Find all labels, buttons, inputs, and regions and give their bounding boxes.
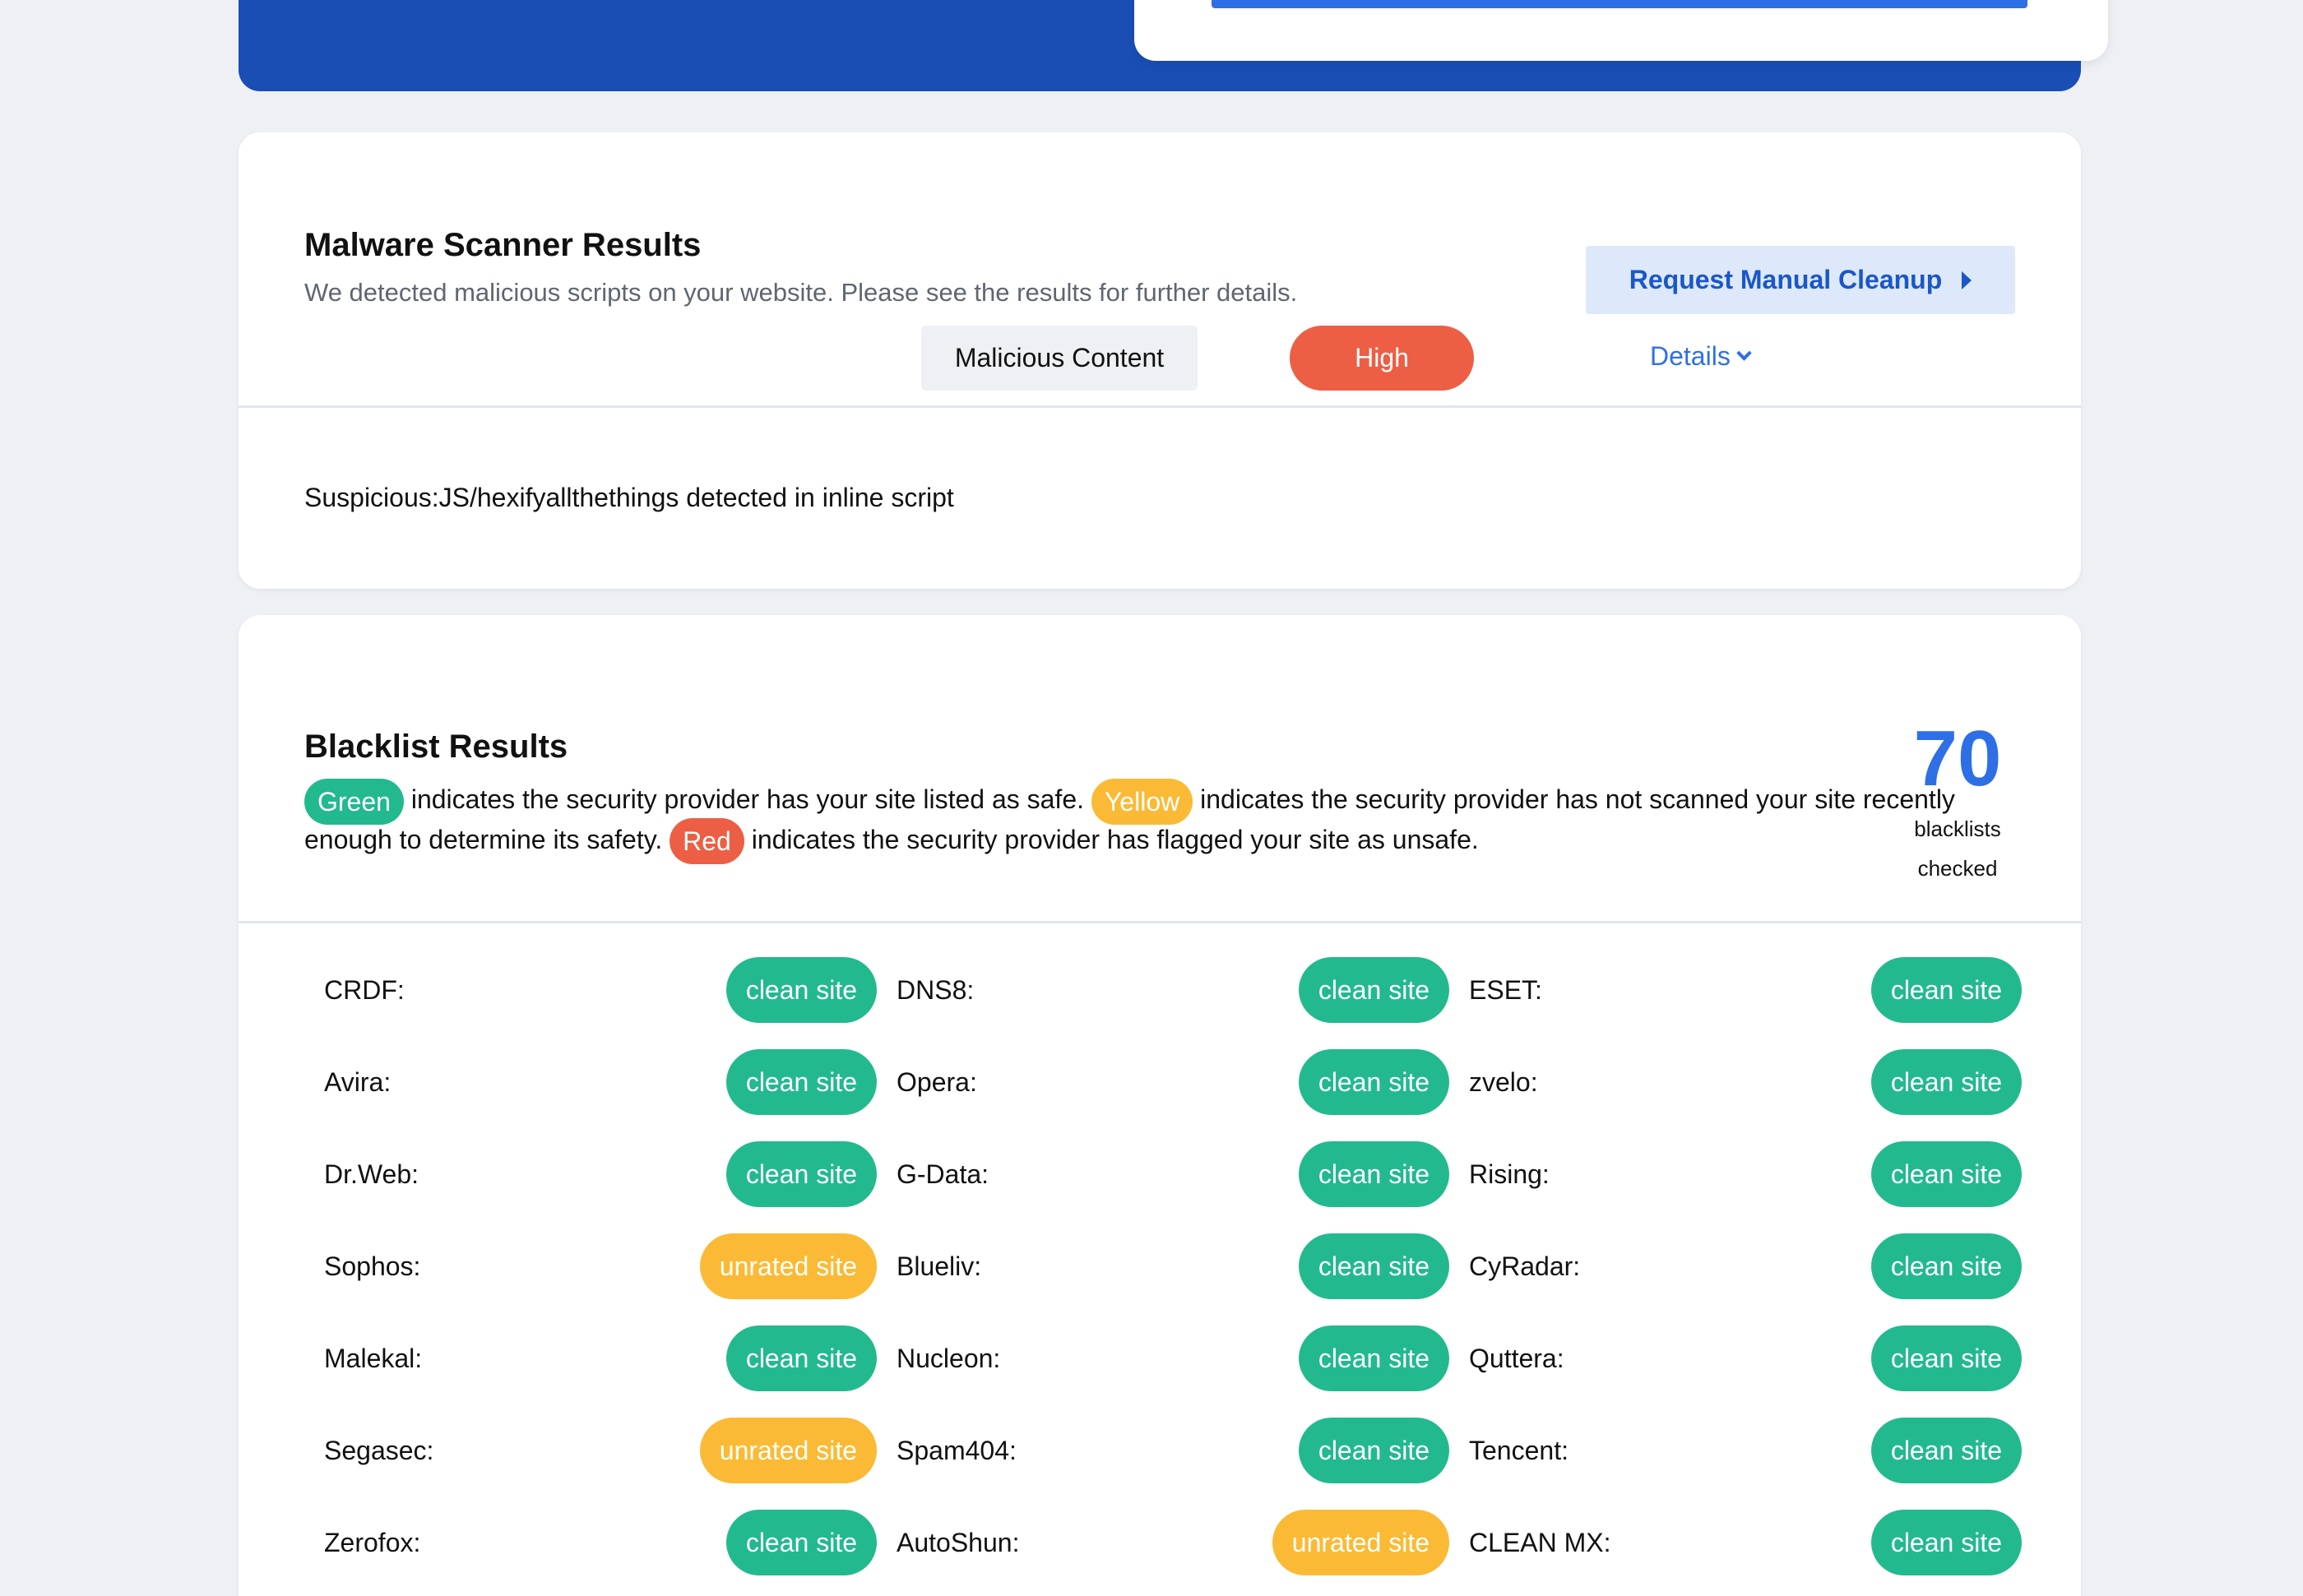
count-label-line-2: checked	[1917, 856, 1998, 881]
blacklist-status-badge: clean site	[1870, 1325, 2022, 1391]
blacklist-status-badge: unrated site	[699, 1233, 877, 1299]
blacklist-status-badge: clean site	[725, 1510, 877, 1575]
legend-green-chip: Green	[304, 778, 404, 825]
legend-red-text: indicates the security provider has flag…	[751, 824, 1479, 854]
blacklist-item: CyRadar: clean site	[1449, 1233, 2022, 1299]
request-manual-cleanup-button[interactable]: Request Manual Cleanup	[1586, 246, 2015, 314]
blacklist-provider-name: CLEAN MX:	[1469, 1528, 1611, 1557]
blacklist-provider-name: Avira:	[324, 1067, 392, 1097]
blacklist-provider-name: Segasec:	[324, 1436, 434, 1465]
blacklist-item: Dr.Web: clean site	[304, 1141, 877, 1207]
blacklist-status-badge: clean site	[1298, 1233, 1449, 1299]
blacklist-provider-name: Malekal:	[324, 1344, 423, 1373]
blacklist-item: Spam404: clean site	[877, 1418, 1449, 1483]
blacklist-status-badge: clean site	[1870, 1049, 2022, 1115]
blacklist-provider-name: G-Data:	[897, 1159, 989, 1189]
blacklist-status-badge: clean site	[1870, 957, 2022, 1023]
blacklist-item: DNS8: clean site	[877, 957, 1449, 1023]
blacklist-legend: Green indicates the security provider ha…	[304, 778, 1966, 865]
blacklist-provider-name: CRDF:	[324, 975, 405, 1005]
details-label: Details	[1650, 341, 1731, 371]
blacklist-item: CLEAN MX: clean site	[1449, 1510, 2022, 1575]
severity-badge: High	[1290, 326, 1474, 391]
blacklist-status-badge: clean site	[1870, 1141, 2022, 1207]
blacklist-results-card: Blacklist Results Green indicates the se…	[239, 615, 2081, 1596]
blacklist-provider-name: zvelo:	[1469, 1067, 1538, 1097]
malware-subtitle: We detected malicious scripts on your we…	[304, 278, 1298, 307]
scan-summary-card	[1134, 0, 2108, 61]
blacklist-item: Tencent: clean site	[1449, 1418, 2022, 1483]
blacklist-provider-name: Tencent:	[1469, 1436, 1569, 1465]
blacklist-provider-name: AutoShun:	[897, 1528, 1020, 1557]
blacklist-provider-name: Zerofox:	[324, 1528, 421, 1557]
blacklist-count: 70 blacklists checked	[1892, 714, 2023, 888]
scan-progress-bar	[1212, 0, 2027, 8]
blacklist-provider-name: Rising:	[1469, 1159, 1550, 1189]
caret-right-icon	[1962, 271, 1972, 289]
blacklist-item: Opera: clean site	[877, 1049, 1449, 1115]
blacklist-status-badge: unrated site	[1272, 1510, 1449, 1575]
blacklist-status-badge: clean site	[725, 957, 877, 1023]
blacklist-item: Nucleon: clean site	[877, 1325, 1449, 1391]
blacklist-item: ESET: clean site	[1449, 957, 2022, 1023]
blacklist-provider-name: ESET:	[1469, 975, 1542, 1005]
chevron-down-icon	[1736, 345, 1752, 361]
legend-green-text: indicates the security provider has your…	[410, 784, 1084, 814]
blacklist-item: Zerofox: clean site	[304, 1510, 877, 1575]
cleanup-button-label: Request Manual Cleanup	[1629, 265, 1943, 294]
blacklist-status-badge: unrated site	[699, 1418, 877, 1483]
blacklist-status-badge: clean site	[725, 1141, 877, 1207]
blacklist-item: CRDF: clean site	[304, 957, 877, 1023]
blacklist-item: zvelo: clean site	[1449, 1049, 2022, 1115]
blacklist-provider-name: Sophos:	[324, 1251, 421, 1281]
blacklist-provider-name: Spam404:	[897, 1436, 1017, 1465]
count-label-line-1: blacklists	[1914, 817, 2001, 841]
blacklist-provider-name: Opera:	[897, 1067, 977, 1097]
blacklist-status-badge: clean site	[1298, 1418, 1449, 1483]
blacklist-provider-name: Nucleon:	[897, 1344, 1001, 1373]
legend-red-chip: Red	[670, 818, 744, 865]
blacklist-status-badge: clean site	[725, 1325, 877, 1391]
threat-category-tag: Malicious Content	[921, 326, 1198, 391]
blacklist-provider-name: Blueliv:	[897, 1251, 982, 1281]
blacklist-count-number: 70	[1913, 715, 2002, 803]
blacklist-header: Blacklist Results Green indicates the se…	[239, 615, 2081, 923]
blacklist-status-badge: clean site	[1298, 1049, 1449, 1115]
blacklist-status-badge: clean site	[725, 1049, 877, 1115]
blacklist-provider-name: Quttera:	[1469, 1344, 1564, 1373]
blacklist-provider-name: DNS8:	[897, 975, 975, 1005]
blacklist-item: Segasec: unrated site	[304, 1418, 877, 1483]
blacklist-item: Rising: clean site	[1449, 1141, 2022, 1207]
blacklist-item: Avira: clean site	[304, 1049, 877, 1115]
blacklist-status-badge: clean site	[1298, 957, 1449, 1023]
malware-title: Malware Scanner Results	[304, 227, 702, 263]
legend-yellow-chip: Yellow	[1091, 778, 1193, 825]
details-toggle[interactable]: Details	[1650, 341, 1752, 372]
threat-row: Suspicious:JS/hexifyallthethings detecte…	[239, 409, 2081, 589]
blacklist-provider-name: CyRadar:	[1469, 1251, 1581, 1281]
blacklist-status-badge: clean site	[1870, 1233, 2022, 1299]
blacklist-title: Blacklist Results	[304, 729, 568, 765]
blacklist-status-badge: clean site	[1870, 1418, 2022, 1483]
blacklist-item: AutoShun: unrated site	[877, 1510, 1449, 1575]
blacklist-item: Quttera: clean site	[1449, 1325, 2022, 1391]
blacklist-item: Sophos: unrated site	[304, 1233, 877, 1299]
blacklist-item: G-Data: clean site	[877, 1141, 1449, 1207]
threat-description: Suspicious:JS/hexifyallthethings detecte…	[304, 483, 954, 512]
blacklist-status-badge: clean site	[1298, 1325, 1449, 1391]
blacklist-item: Blueliv: clean site	[877, 1233, 1449, 1299]
blacklist-item: Malekal: clean site	[304, 1325, 877, 1391]
blacklist-status-badge: clean site	[1870, 1510, 2022, 1575]
blacklist-provider-name: Dr.Web:	[324, 1159, 419, 1189]
blacklist-count-label: blacklists checked	[1892, 809, 2023, 888]
blacklist-status-badge: clean site	[1298, 1141, 1449, 1207]
